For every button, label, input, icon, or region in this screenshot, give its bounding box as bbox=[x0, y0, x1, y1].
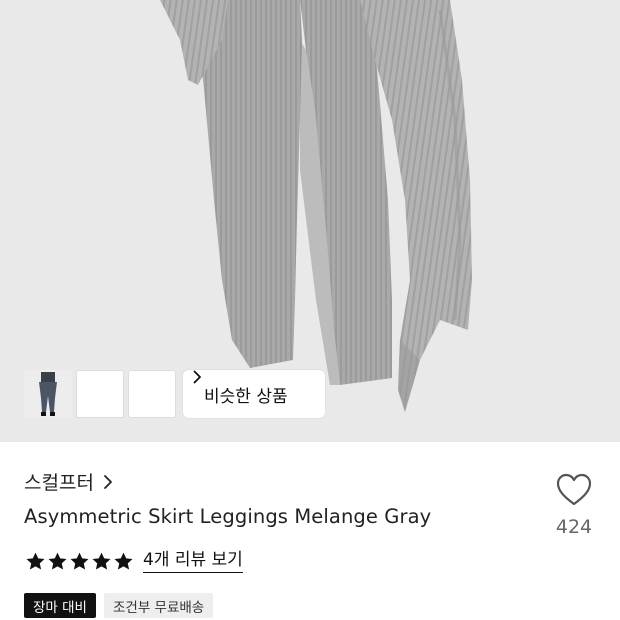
star-icon bbox=[114, 552, 133, 570]
thumbnail-strip bbox=[24, 370, 176, 418]
review-link[interactable]: 4개 리뷰 보기 bbox=[143, 550, 243, 573]
star-icon bbox=[48, 552, 67, 570]
like-count: 424 bbox=[555, 516, 593, 538]
chevron-right-icon bbox=[193, 370, 201, 384]
star-icon bbox=[70, 552, 89, 570]
heart-outline-icon bbox=[556, 473, 592, 506]
star-icon bbox=[26, 552, 45, 570]
similar-products-button[interactable]: 비슷한 상품 bbox=[183, 370, 325, 418]
thumbnail-2[interactable] bbox=[24, 370, 124, 418]
chevron-right-icon bbox=[104, 474, 112, 489]
brand-name: 스컬프터 bbox=[24, 472, 94, 494]
rating-row: 4개 리뷰 보기 bbox=[25, 550, 243, 573]
thumbnail-3[interactable] bbox=[24, 370, 176, 418]
badge-free-shipping: 조건부 무료배송 bbox=[103, 593, 214, 618]
star-icon bbox=[92, 552, 111, 570]
brand-link[interactable]: 스컬프터 bbox=[24, 468, 113, 495]
badge-row: 장마 대비 조건부 무료배송 bbox=[24, 593, 214, 618]
rating-stars bbox=[25, 551, 134, 572]
badge-monsoon: 장마 대비 bbox=[24, 593, 96, 618]
like-button[interactable]: 424 bbox=[548, 470, 600, 550]
product-title: Asymmetric Skirt Leggings Melange Gray bbox=[24, 505, 432, 528]
product-image[interactable]: 비슷한 상품 bbox=[0, 0, 620, 442]
similar-products-label: 비슷한 상품 bbox=[204, 386, 288, 407]
